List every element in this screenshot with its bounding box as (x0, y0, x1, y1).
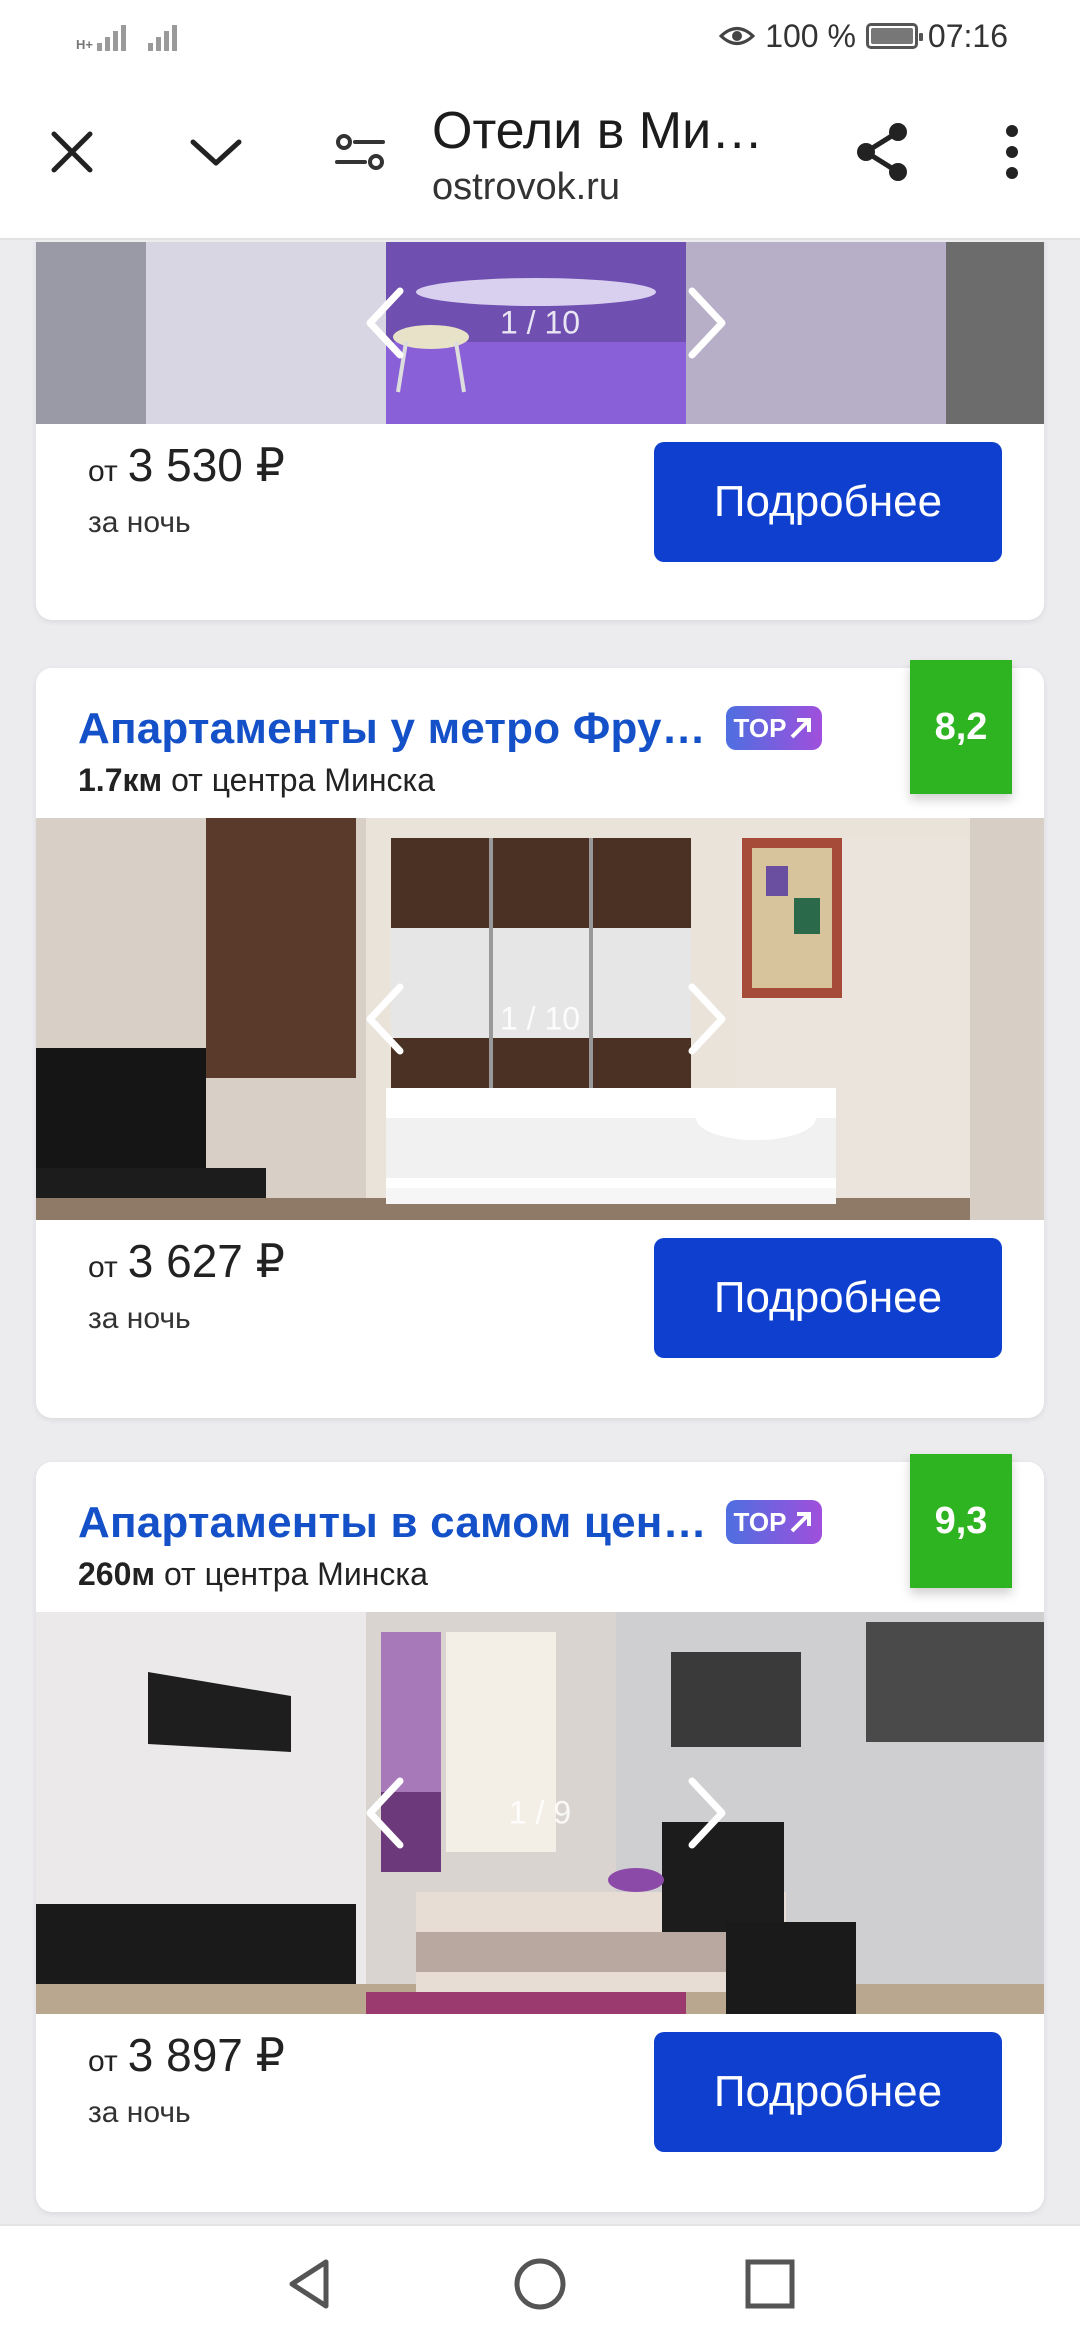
top-badge-label: TOP (733, 712, 787, 743)
next-photo-icon[interactable] (676, 283, 736, 363)
price-row: от 3 530 ₽ за ночь Подробнее (36, 424, 1044, 620)
photo-counter: 1 / 10 (499, 304, 581, 341)
hotel-photo[interactable]: 1 / 9 (36, 1612, 1044, 2014)
card-header: Апартаменты в самом цен… TOP 260м от цен… (36, 1454, 1044, 1612)
hotel-photo[interactable]: 1 / 10 (36, 242, 1044, 424)
share-icon[interactable] (852, 122, 912, 182)
rating-badge: 8,2 (910, 660, 1012, 794)
distance-value: 1.7км (78, 762, 163, 798)
hotel-name-link[interactable]: Апартаменты в самом цен… (78, 1498, 707, 1548)
distance-text: от центра Минска (162, 762, 435, 798)
distance: 260м от центра Минска (78, 1556, 1044, 1593)
details-button[interactable]: Подробнее (654, 442, 1002, 562)
rating-badge: 9,3 (910, 1454, 1012, 1588)
clock: 07:16 (927, 17, 1008, 54)
photo-counter: 1 / 10 (499, 1000, 581, 1037)
page-url: ostrovok.ru (432, 166, 620, 208)
per-night-label: за ночь (88, 1302, 191, 1335)
signal-icon-2 (147, 21, 177, 51)
price-from-label: от (88, 2045, 118, 2078)
page-title: Отели в Ми… (432, 102, 764, 160)
price-from-label: от (88, 455, 118, 488)
price-value: 3 627 ₽ (127, 1235, 285, 1287)
signal-icon (96, 21, 126, 51)
page-title-area[interactable]: Отели в Ми… ostrovok.ru (432, 100, 792, 212)
price-row: от 3 627 ₽ за ночь Подробнее (36, 1220, 1044, 1416)
price-value: 3 530 ₽ (127, 439, 285, 491)
top-badge-label: TOP (733, 1506, 787, 1537)
photo-counter: 1 / 9 (508, 1794, 572, 1831)
per-night-label: за ночь (88, 2096, 191, 2129)
battery-percent: 100 % (765, 17, 856, 54)
per-night-label: за ночь (88, 506, 191, 539)
browser-toolbar: Отели в Ми… ostrovok.ru (0, 72, 1080, 240)
price-row: от 3 897 ₽ за ночь Подробнее (36, 2014, 1044, 2210)
site-settings-icon[interactable] (330, 122, 390, 182)
battery-icon (865, 23, 923, 49)
hotel-card[interactable]: Апартаменты в самом цен… TOP 260м от цен… (36, 1454, 1044, 2212)
hotel-list: 1 / 10 от 3 530 ₽ за ночь Подробнее Апарт… (0, 242, 1080, 2224)
chevron-down-icon[interactable] (186, 122, 246, 182)
trend-arrow-icon (791, 718, 812, 739)
network-type: H+ (76, 37, 93, 52)
distance-value: 260м (78, 1556, 156, 1592)
home-icon[interactable] (510, 2254, 570, 2314)
details-button[interactable]: Подробнее (654, 2032, 1002, 2152)
close-icon[interactable] (42, 122, 102, 182)
system-navigation-bar (0, 2224, 1080, 2340)
card-header: Апартаменты у метро Фру… TOP 1.7км от це… (36, 660, 1044, 818)
recent-apps-icon[interactable] (740, 2254, 800, 2314)
top-badge: TOP (726, 1500, 822, 1544)
hotel-card[interactable]: Апартаменты у метро Фру… TOP 1.7км от це… (36, 660, 1044, 1418)
price-value: 3 897 ₽ (127, 2029, 285, 2081)
top-badge: TOP (726, 706, 822, 750)
hotel-photo[interactable]: 1 / 10 (36, 818, 1044, 1220)
back-icon[interactable] (280, 2254, 340, 2314)
price-from-label: от (88, 1251, 118, 1284)
distance: 1.7км от центра Минска (78, 762, 1044, 799)
hotel-card[interactable]: 1 / 10 от 3 530 ₽ за ночь Подробнее (36, 242, 1044, 620)
more-options-icon[interactable] (982, 122, 1042, 182)
status-bar: H+ 100 % 07:16 (0, 0, 1080, 72)
details-button[interactable]: Подробнее (654, 1238, 1002, 1358)
next-photo-icon[interactable] (676, 979, 736, 1059)
next-photo-icon[interactable] (676, 1773, 736, 1853)
trend-arrow-icon (791, 1512, 812, 1533)
eye-icon (719, 27, 756, 45)
hotel-name-link[interactable]: Апартаменты у метро Фру… (78, 704, 706, 754)
distance-text: от центра Минска (155, 1556, 428, 1592)
